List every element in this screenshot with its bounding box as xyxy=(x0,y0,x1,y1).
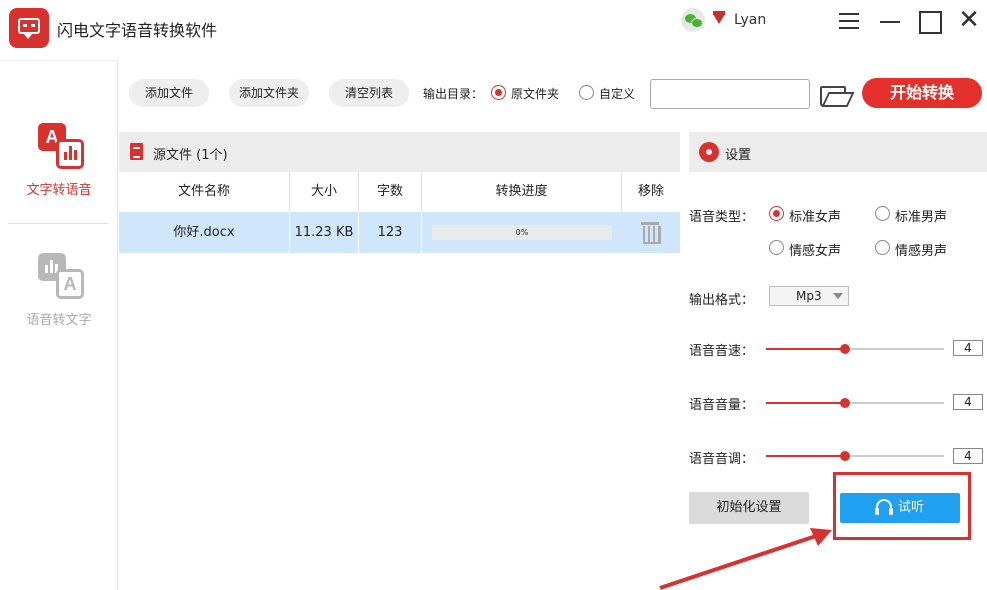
column-header-chars: 字数 xyxy=(359,172,422,212)
sidebar-divider xyxy=(8,223,108,224)
file-panel: 源文件 (1个) 文件名称 大小 字数 转换进度 移除 你好.docx 11.2… xyxy=(119,132,680,590)
output-path-input[interactable] xyxy=(650,79,810,109)
column-header-name: 文件名称 xyxy=(119,172,290,212)
column-header-size: 大小 xyxy=(290,172,359,212)
progress-bar: 0% xyxy=(432,225,612,240)
sidebar-item-label: 文字转语音 xyxy=(26,183,92,198)
volume-label: 语音音量： xyxy=(689,398,755,413)
file-panel-header: 源文件 (1个) xyxy=(119,132,680,172)
trash-icon[interactable] xyxy=(641,222,661,244)
sidebar-item-text-to-speech[interactable]: A 文字转语音 xyxy=(0,121,118,221)
add-file-button[interactable]: 添加文件 xyxy=(129,79,209,107)
pitch-value[interactable]: 4 xyxy=(953,448,983,464)
voice-option-label[interactable]: 情感男声 xyxy=(895,240,947,259)
document-icon xyxy=(130,143,143,160)
toolbar: 添加文件 添加文件夹 清空列表 输出目录： 原文件夹 自定义 开始转换 xyxy=(119,61,987,131)
highlight-box xyxy=(833,472,971,540)
output-dir-label: 输出目录： xyxy=(423,87,484,101)
file-name-cell: 你好.docx xyxy=(119,212,290,253)
progress-text: 0% xyxy=(515,228,529,237)
text-to-speech-icon: A xyxy=(38,121,88,173)
file-panel-title: 源文件 (1个) xyxy=(153,148,228,163)
start-convert-button[interactable]: 开始转换 xyxy=(862,78,982,108)
settings-header: 设置 xyxy=(689,132,987,172)
file-chars-cell: 123 xyxy=(359,212,422,253)
username[interactable]: Lyan xyxy=(734,12,766,28)
gear-icon xyxy=(699,142,719,162)
minimize-icon[interactable] xyxy=(877,8,905,36)
custom-folder-radio[interactable] xyxy=(579,85,594,100)
voice-option-label[interactable]: 标准女声 xyxy=(789,206,841,225)
source-folder-radio[interactable] xyxy=(491,85,506,100)
title-bar: 闪电文字语音转换软件 Lyan ✕ xyxy=(0,0,987,60)
speed-value[interactable]: 4 xyxy=(953,340,983,356)
output-format-label: 输出格式： xyxy=(689,293,755,308)
menu-icon[interactable] xyxy=(836,8,864,36)
slider-thumb[interactable] xyxy=(840,451,850,461)
column-header-progress: 转换进度 xyxy=(422,172,622,212)
maximize-icon[interactable] xyxy=(916,8,944,36)
app-logo-icon xyxy=(9,8,49,48)
vip-diamond-icon[interactable] xyxy=(713,11,725,24)
voice-option-label[interactable]: 标准男声 xyxy=(895,206,947,225)
close-icon[interactable]: ✕ xyxy=(955,7,983,36)
slider-thumb[interactable] xyxy=(840,344,850,354)
sidebar-item-label: 语音转文字 xyxy=(26,313,92,328)
voice-type-label: 语音类型： xyxy=(689,210,755,225)
speech-to-text-icon: A xyxy=(38,251,88,303)
voice-radio-emotional-male[interactable] xyxy=(875,240,890,255)
pitch-label: 语音音调： xyxy=(689,452,755,467)
voice-option-label[interactable]: 情感女声 xyxy=(789,240,841,259)
source-folder-label[interactable]: 原文件夹 xyxy=(511,85,559,102)
custom-folder-label[interactable]: 自定义 xyxy=(599,85,635,102)
voice-radio-standard-female[interactable] xyxy=(769,206,784,221)
volume-slider[interactable] xyxy=(766,398,944,408)
volume-value[interactable]: 4 xyxy=(953,394,983,410)
file-size-cell: 11.23 KB xyxy=(290,212,359,253)
slider-thumb[interactable] xyxy=(840,398,850,408)
sidebar-item-speech-to-text[interactable]: A 语音转文字 xyxy=(0,251,118,351)
clear-list-button[interactable]: 清空列表 xyxy=(329,79,409,107)
pitch-slider[interactable] xyxy=(766,451,944,461)
output-format-select[interactable]: Mp3 xyxy=(769,286,849,306)
app-title: 闪电文字语音转换软件 xyxy=(57,21,218,40)
speed-label: 语音音速： xyxy=(689,344,755,359)
wechat-icon[interactable] xyxy=(681,8,705,32)
voice-radio-emotional-female[interactable] xyxy=(769,240,784,255)
folder-open-icon[interactable] xyxy=(819,83,847,106)
column-header-remove: 移除 xyxy=(622,172,680,212)
settings-title: 设置 xyxy=(725,148,752,163)
table-row[interactable]: 你好.docx 11.23 KB 123 0% xyxy=(119,212,680,253)
annotation-arrow xyxy=(659,528,832,590)
sidebar: A 文字转语音 A 语音转文字 xyxy=(0,60,118,590)
add-folder-button[interactable]: 添加文件夹 xyxy=(229,79,309,107)
voice-radio-standard-male[interactable] xyxy=(875,206,890,221)
speed-slider[interactable] xyxy=(766,344,944,354)
